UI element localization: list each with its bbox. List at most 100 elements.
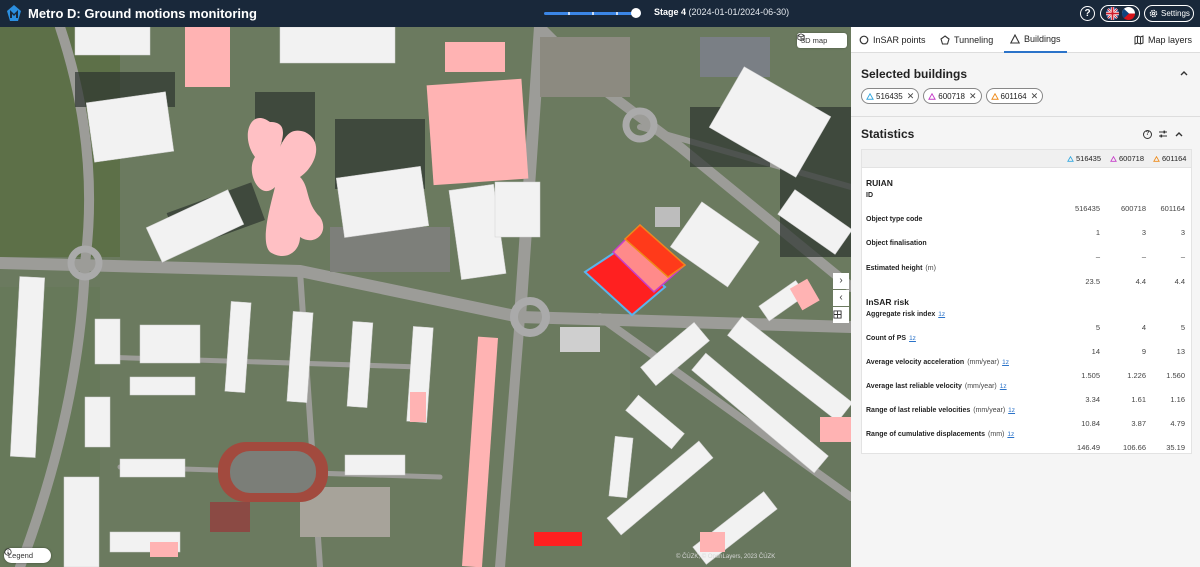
map-canvas[interactable]	[0, 27, 851, 567]
chevron-up-icon[interactable]	[1179, 68, 1189, 78]
info-icon[interactable]: 1z	[1008, 407, 1015, 414]
grid-icon[interactable]	[833, 307, 849, 323]
triangle-icon	[1010, 34, 1020, 44]
table-cell: 1.61	[1131, 395, 1146, 404]
row-label: Aggregate risk index 1z	[866, 311, 945, 318]
info-icon[interactable]: 1z	[909, 335, 916, 342]
table-cell: 4.79	[1170, 419, 1185, 428]
row-label-text: Estimated height	[866, 265, 923, 272]
metro-logo-icon	[7, 5, 21, 21]
settings-label: Settings	[1161, 9, 1190, 18]
table-cell: 4.4	[1174, 277, 1185, 286]
cube-icon	[797, 33, 805, 41]
table-cell: 601164	[1160, 204, 1185, 213]
3d-map-button[interactable]: 3D map	[797, 33, 847, 48]
row-label-text: Object finalisation	[866, 240, 927, 247]
tab-label: Tunneling	[954, 35, 994, 45]
table-cell: 4	[1141, 323, 1146, 332]
section-divider	[851, 116, 1200, 117]
row-label: Range of cumulative displacements (mm) 1z	[866, 431, 1014, 438]
close-icon[interactable]: ✕	[969, 91, 977, 102]
building-chip[interactable]: 516435 ✕	[861, 88, 920, 104]
table-cell: 1.226	[1127, 371, 1146, 380]
triangle-icon	[1153, 155, 1160, 162]
triangle-icon	[1110, 155, 1117, 162]
info-icon	[4, 548, 12, 556]
column-header: 600718	[1110, 154, 1144, 163]
row-label-text: Average last reliable velocity	[866, 383, 962, 390]
table-cell: 1.560	[1166, 371, 1185, 380]
row-unit: (mm)	[988, 431, 1005, 438]
table-cell: 1.16	[1170, 395, 1185, 404]
chevron-left-icon[interactable]: ‹	[833, 290, 849, 306]
column-header-label: 601164	[1162, 154, 1187, 163]
triangle-icon	[866, 92, 874, 100]
row-label: ID	[866, 192, 873, 199]
timeline-tick	[568, 12, 570, 15]
app-header: Metro D: Ground motions monitoring Stage…	[0, 0, 1200, 27]
tab-tunneling[interactable]: Tunneling	[934, 27, 999, 53]
statistics-title: Statistics	[861, 127, 915, 141]
row-label: Object type code	[866, 216, 922, 223]
statistics-actions: ?	[1143, 129, 1184, 139]
help-icon[interactable]: ?	[1143, 129, 1152, 139]
row-unit: (m)	[925, 265, 936, 272]
table-cell: 146.49	[1077, 443, 1100, 452]
row-label-text: Object type code	[866, 216, 923, 223]
row-unit: (mm/year)	[967, 359, 1000, 366]
column-header-label: 600718	[1119, 154, 1145, 163]
row-label: Average last reliable velocity (mm/year) 1…	[866, 383, 1007, 390]
stage-timeline-slider[interactable]	[544, 7, 644, 19]
sliders-icon[interactable]	[1158, 129, 1168, 139]
group-title-insar-risk: InSAR risk	[866, 297, 909, 307]
tab-map-layers[interactable]: Map layers	[1128, 27, 1198, 53]
close-icon[interactable]: ✕	[907, 91, 915, 102]
uk-flag-icon[interactable]	[1105, 7, 1119, 20]
chevron-right-icon[interactable]: ›	[833, 273, 849, 289]
side-panel: InSAR points Tunneling Buildings Map lay…	[851, 27, 1200, 567]
tab-buildings[interactable]: Buildings	[1004, 27, 1067, 53]
legend-button[interactable]: Legend	[4, 548, 51, 563]
timeline-handle[interactable]	[631, 8, 642, 18]
table-cell: 23.5	[1085, 277, 1100, 286]
row-label: Range of last reliable velocities (mm/yea…	[866, 407, 1015, 414]
table-cell: 14	[1091, 347, 1100, 356]
column-header-label: 516435	[1076, 154, 1102, 163]
table-cell: 10.84	[1081, 419, 1100, 428]
cz-flag-icon[interactable]	[1121, 7, 1135, 20]
table-cell: 5	[1180, 323, 1185, 332]
table-cell: 600718	[1120, 204, 1146, 213]
gear-icon	[1149, 9, 1158, 18]
row-unit: (mm/year)	[973, 407, 1006, 414]
app-root: Metro D: Ground motions monitoring Stage…	[0, 0, 1200, 567]
table-cell: 9	[1141, 347, 1146, 356]
table-cell: 4.4	[1135, 277, 1146, 286]
row-label-text: Aggregate risk index	[866, 311, 936, 318]
table-cell: 13	[1176, 347, 1185, 356]
table-cell: 5	[1095, 323, 1100, 332]
table-header: 516435 600718 601164	[862, 150, 1191, 168]
table-cell: 1	[1095, 228, 1100, 237]
row-label: Estimated height (m)	[866, 265, 936, 272]
settings-button[interactable]: Settings	[1144, 5, 1194, 22]
chevron-up-icon[interactable]	[1174, 129, 1184, 139]
tab-insar-points[interactable]: InSAR points	[853, 27, 932, 53]
column-header: 601164	[1153, 154, 1186, 163]
map-view[interactable]: 3D map › ‹ Legend © ČÚZK, © OpenLayers, …	[0, 27, 851, 567]
help-button[interactable]: ?	[1080, 6, 1095, 21]
info-icon[interactable]: 1z	[1000, 383, 1007, 390]
info-icon[interactable]: 1z	[1002, 359, 1009, 366]
circle-icon	[859, 35, 869, 45]
info-icon[interactable]: 1z	[1007, 431, 1014, 438]
table-cell: –	[1095, 252, 1100, 261]
building-chip[interactable]: 600718 ✕	[923, 88, 982, 104]
app-title: Metro D: Ground motions monitoring	[28, 6, 257, 21]
chip-label: 601164	[1000, 91, 1027, 101]
panel-tabs: InSAR points Tunneling Buildings Map lay…	[851, 27, 1200, 53]
info-icon[interactable]: 1z	[938, 311, 945, 318]
language-switch[interactable]	[1100, 5, 1140, 22]
building-chip[interactable]: 601164 ✕	[985, 88, 1044, 104]
close-icon[interactable]: ✕	[1031, 91, 1039, 102]
triangle-icon	[1067, 155, 1074, 162]
triangle-icon	[990, 92, 999, 100]
